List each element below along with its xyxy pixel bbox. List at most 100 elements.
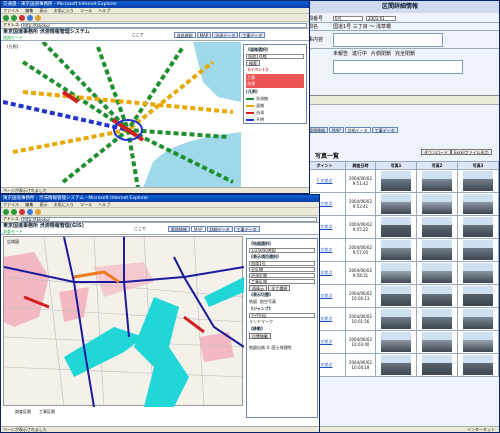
table-row: 2 交差点 2004/06/02 9:53:41 <box>303 192 499 216</box>
photo-thumbnail[interactable] <box>463 332 493 352</box>
nav-tab-map[interactable]: MAP <box>190 225 206 232</box>
download-button[interactable]: ダウンロード <box>421 149 451 155</box>
menu-item[interactable]: ツール <box>80 8 92 13</box>
section-number-select[interactable]: 6号 <box>333 15 363 21</box>
photo-thumbnail[interactable] <box>422 286 452 306</box>
photo-thumbnail[interactable] <box>422 263 452 283</box>
menu-item[interactable]: お気に入り <box>54 202 74 207</box>
photo-thumbnail[interactable] <box>381 286 411 306</box>
menu-item[interactable]: 表示 <box>40 8 48 13</box>
event-item[interactable]: 渋滞 <box>247 81 303 87</box>
legend-label: 渋滞無 <box>256 96 268 101</box>
menu-item[interactable]: ファイル <box>3 202 19 207</box>
move-position-button[interactable]: 位置移動 <box>249 333 271 339</box>
photo-thumbnail[interactable] <box>422 309 452 329</box>
datetime-cell: 2004/06/02 10:01:56 <box>345 307 376 331</box>
photo-thumbnail[interactable] <box>422 332 452 352</box>
photo-thumbnail[interactable] <box>422 355 452 375</box>
time-text: 10:03:40 <box>351 342 370 347</box>
menu-item[interactable]: 編集 <box>25 8 33 13</box>
photo-thumbnail[interactable] <box>422 194 452 214</box>
photo-thumbnail[interactable] <box>381 240 411 260</box>
nav-tab-map[interactable]: MAP <box>196 31 212 38</box>
radio-option[interactable]: 航空写真 <box>260 299 276 305</box>
display-select[interactable]: 全区間 <box>249 267 315 272</box>
nav-tab-detail[interactable]: 詳細データ <box>344 127 371 133</box>
forward-icon[interactable] <box>11 14 17 21</box>
nav-tab-management[interactable]: 管理情報 <box>167 225 190 232</box>
nav-tab-construction[interactable]: 工事データ <box>239 31 266 38</box>
photo-thumbnail[interactable] <box>381 355 411 375</box>
menu-item[interactable]: ツール <box>80 202 92 207</box>
photo-cell <box>375 284 417 308</box>
radio-option[interactable]: 完全閉鎖 <box>395 50 415 57</box>
photo-thumbnail[interactable] <box>381 309 411 329</box>
display-select[interactable]: 国道1号 <box>249 261 315 266</box>
map-scale-select[interactable]: 1/25000地図 <box>249 248 315 253</box>
menu-item[interactable]: 編集 <box>25 202 33 207</box>
radio-option[interactable]: 地図 <box>249 299 257 305</box>
excel-export-button[interactable]: Excelファイル出力 <box>451 149 492 155</box>
section-period-select[interactable]: 2003-01 <box>366 15 396 21</box>
radio-option[interactable]: 進行中 <box>352 50 367 57</box>
photo-thumbnail[interactable] <box>381 171 411 191</box>
photo-thumbnail[interactable] <box>422 171 452 191</box>
photo-thumbnail[interactable] <box>463 309 493 329</box>
search-button[interactable]: 検索 <box>246 60 260 66</box>
redisplay-button[interactable]: 再表示 <box>249 285 267 291</box>
back-icon[interactable] <box>3 14 9 21</box>
photo-thumbnail[interactable] <box>463 263 493 283</box>
menu-item[interactable]: ヘルプ <box>98 8 110 13</box>
stop-icon[interactable] <box>19 14 25 21</box>
select-all-button[interactable]: 全て選択 <box>268 285 291 291</box>
nav-tab-construction[interactable]: 工事データ <box>233 225 260 232</box>
nav-tab-road-type[interactable]: 道路種類 <box>173 31 196 38</box>
work-content-textarea[interactable] <box>333 32 443 47</box>
radio-option[interactable]: 未報告 <box>333 50 348 57</box>
photo-cell <box>416 192 458 216</box>
address-input[interactable]: http://tkkoku/ <box>21 22 307 28</box>
legend-label: 工事区間 <box>39 409 55 414</box>
nav-tab-map[interactable]: MAP <box>329 127 344 133</box>
photo-thumbnail[interactable] <box>381 217 411 237</box>
display-select[interactable]: 工事区間 <box>249 279 315 284</box>
home-icon[interactable] <box>35 208 41 215</box>
address-input[interactable]: http://tkkoku/ <box>21 216 317 222</box>
photo-thumbnail[interactable] <box>381 194 411 214</box>
display-select[interactable]: 渋滞区間 <box>249 273 315 278</box>
nav-tab-construction[interactable]: 工事データ <box>371 127 398 133</box>
photo-thumbnail[interactable] <box>463 194 493 214</box>
photo-thumbnail[interactable] <box>422 217 452 237</box>
refresh-icon[interactable] <box>27 208 33 215</box>
gis-map[interactable]: 広域図 <box>3 236 245 408</box>
nav-tab-detail[interactable]: 詳細データ <box>206 225 233 232</box>
photo-thumbnail[interactable] <box>463 355 493 375</box>
radio-option[interactable]: 片側閉鎖 <box>371 50 391 57</box>
stop-icon[interactable] <box>19 208 25 215</box>
back-icon[interactable] <box>3 208 9 215</box>
refresh-icon[interactable] <box>27 14 33 21</box>
photo-thumbnail[interactable] <box>381 332 411 352</box>
legend-label: 渋滞 <box>256 110 264 115</box>
menu-item[interactable]: ファイル <box>3 8 19 13</box>
route-map[interactable]: (凡例) <box>2 40 241 189</box>
menu-item[interactable]: ヘルプ <box>98 202 110 207</box>
nav-tab-congestion[interactable]: 渋滞データ <box>212 31 239 38</box>
menu-item[interactable]: 表示 <box>40 202 48 207</box>
photo-thumbnail[interactable] <box>463 171 493 191</box>
road-select[interactable]: 国道1号線 <box>246 54 304 59</box>
photo-thumbnail[interactable] <box>463 217 493 237</box>
toolbar <box>1 14 309 22</box>
route-network <box>2 40 241 189</box>
forward-icon[interactable] <box>11 208 17 215</box>
photo-thumbnail[interactable] <box>463 240 493 260</box>
jump-select[interactable]: 千代田区 <box>249 313 315 318</box>
note-textarea[interactable] <box>333 60 463 74</box>
photo-thumbnail[interactable] <box>381 263 411 283</box>
home-icon[interactable] <box>35 14 41 21</box>
menu-item[interactable]: お気に入り <box>54 8 74 13</box>
photo-cell <box>416 330 458 354</box>
photo-thumbnail[interactable] <box>463 286 493 306</box>
table-row: 8 交差点 2004/06/02 10:03:40 <box>303 330 499 354</box>
photo-thumbnail[interactable] <box>422 240 452 260</box>
